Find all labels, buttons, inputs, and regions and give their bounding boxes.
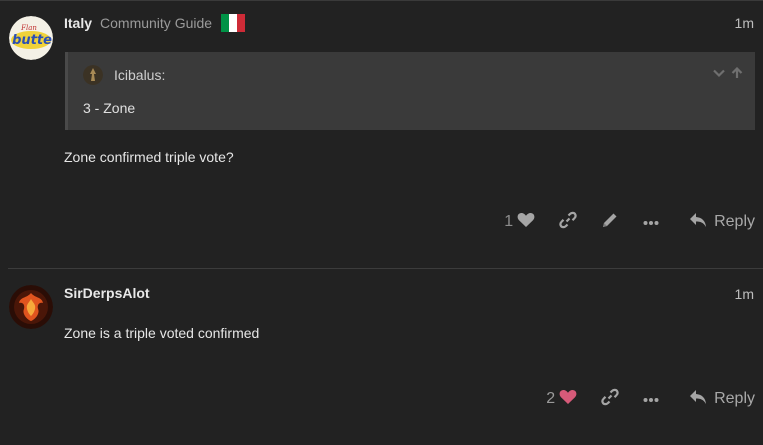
link-icon	[559, 211, 577, 234]
link-icon	[601, 388, 619, 411]
quote-text: 3 - Zone	[83, 100, 136, 116]
edit-button[interactable]	[601, 210, 619, 234]
italy-flag-icon	[221, 14, 246, 32]
copy-link-button[interactable]	[601, 387, 619, 411]
more-button[interactable]	[643, 210, 659, 234]
post-header: SirDerpsAlot	[64, 285, 150, 301]
avatar[interactable]	[9, 285, 53, 329]
svg-text:Flan: Flan	[20, 24, 37, 32]
like-button[interactable]: 1	[504, 210, 535, 234]
quote-controls	[713, 66, 743, 84]
post-time[interactable]: 1m	[735, 15, 754, 31]
pencil-icon	[601, 211, 619, 234]
post-actions: 1 Reply	[504, 210, 755, 234]
copy-link-button[interactable]	[559, 210, 577, 234]
avatar[interactable]: butte Flan	[9, 16, 53, 60]
username[interactable]: Italy	[64, 15, 92, 31]
reply-label: Reply	[714, 213, 755, 230]
quote-block: Icibalus: 3 - Zone	[65, 52, 755, 130]
reply-icon	[689, 389, 714, 410]
chevron-down-icon[interactable]	[713, 66, 725, 84]
reply-label: Reply	[714, 390, 755, 407]
post-1: butte Flan Italy Community Guide 1m Icib…	[0, 0, 763, 268]
like-count: 2	[546, 390, 556, 407]
post-body: Zone is a triple voted confirmed	[64, 325, 260, 341]
more-icon	[643, 390, 659, 408]
more-icon	[643, 213, 659, 231]
like-button[interactable]: 2	[546, 387, 577, 411]
post-header: Italy Community Guide	[64, 14, 246, 32]
post-body: Zone confirmed triple vote?	[64, 149, 234, 165]
reply-button[interactable]: Reply	[689, 387, 755, 411]
like-count: 1	[504, 213, 514, 230]
arrow-up-icon[interactable]	[731, 66, 743, 84]
post-time[interactable]: 1m	[735, 286, 754, 302]
reply-button[interactable]: Reply	[689, 210, 755, 234]
post-2: SirDerpsAlot 1m Zone is a triple voted c…	[0, 269, 763, 445]
user-title: Community Guide	[100, 15, 213, 31]
more-button[interactable]	[643, 387, 659, 411]
reply-icon	[689, 212, 714, 233]
post-actions: 2 Reply	[546, 387, 755, 411]
heart-icon	[559, 389, 577, 410]
username[interactable]: SirDerpsAlot	[64, 285, 150, 301]
svg-text:butte: butte	[12, 33, 52, 48]
heart-icon	[517, 212, 535, 233]
quote-avatar	[83, 65, 103, 85]
quote-header: Icibalus:	[83, 65, 165, 85]
quote-author: Icibalus:	[114, 67, 166, 83]
